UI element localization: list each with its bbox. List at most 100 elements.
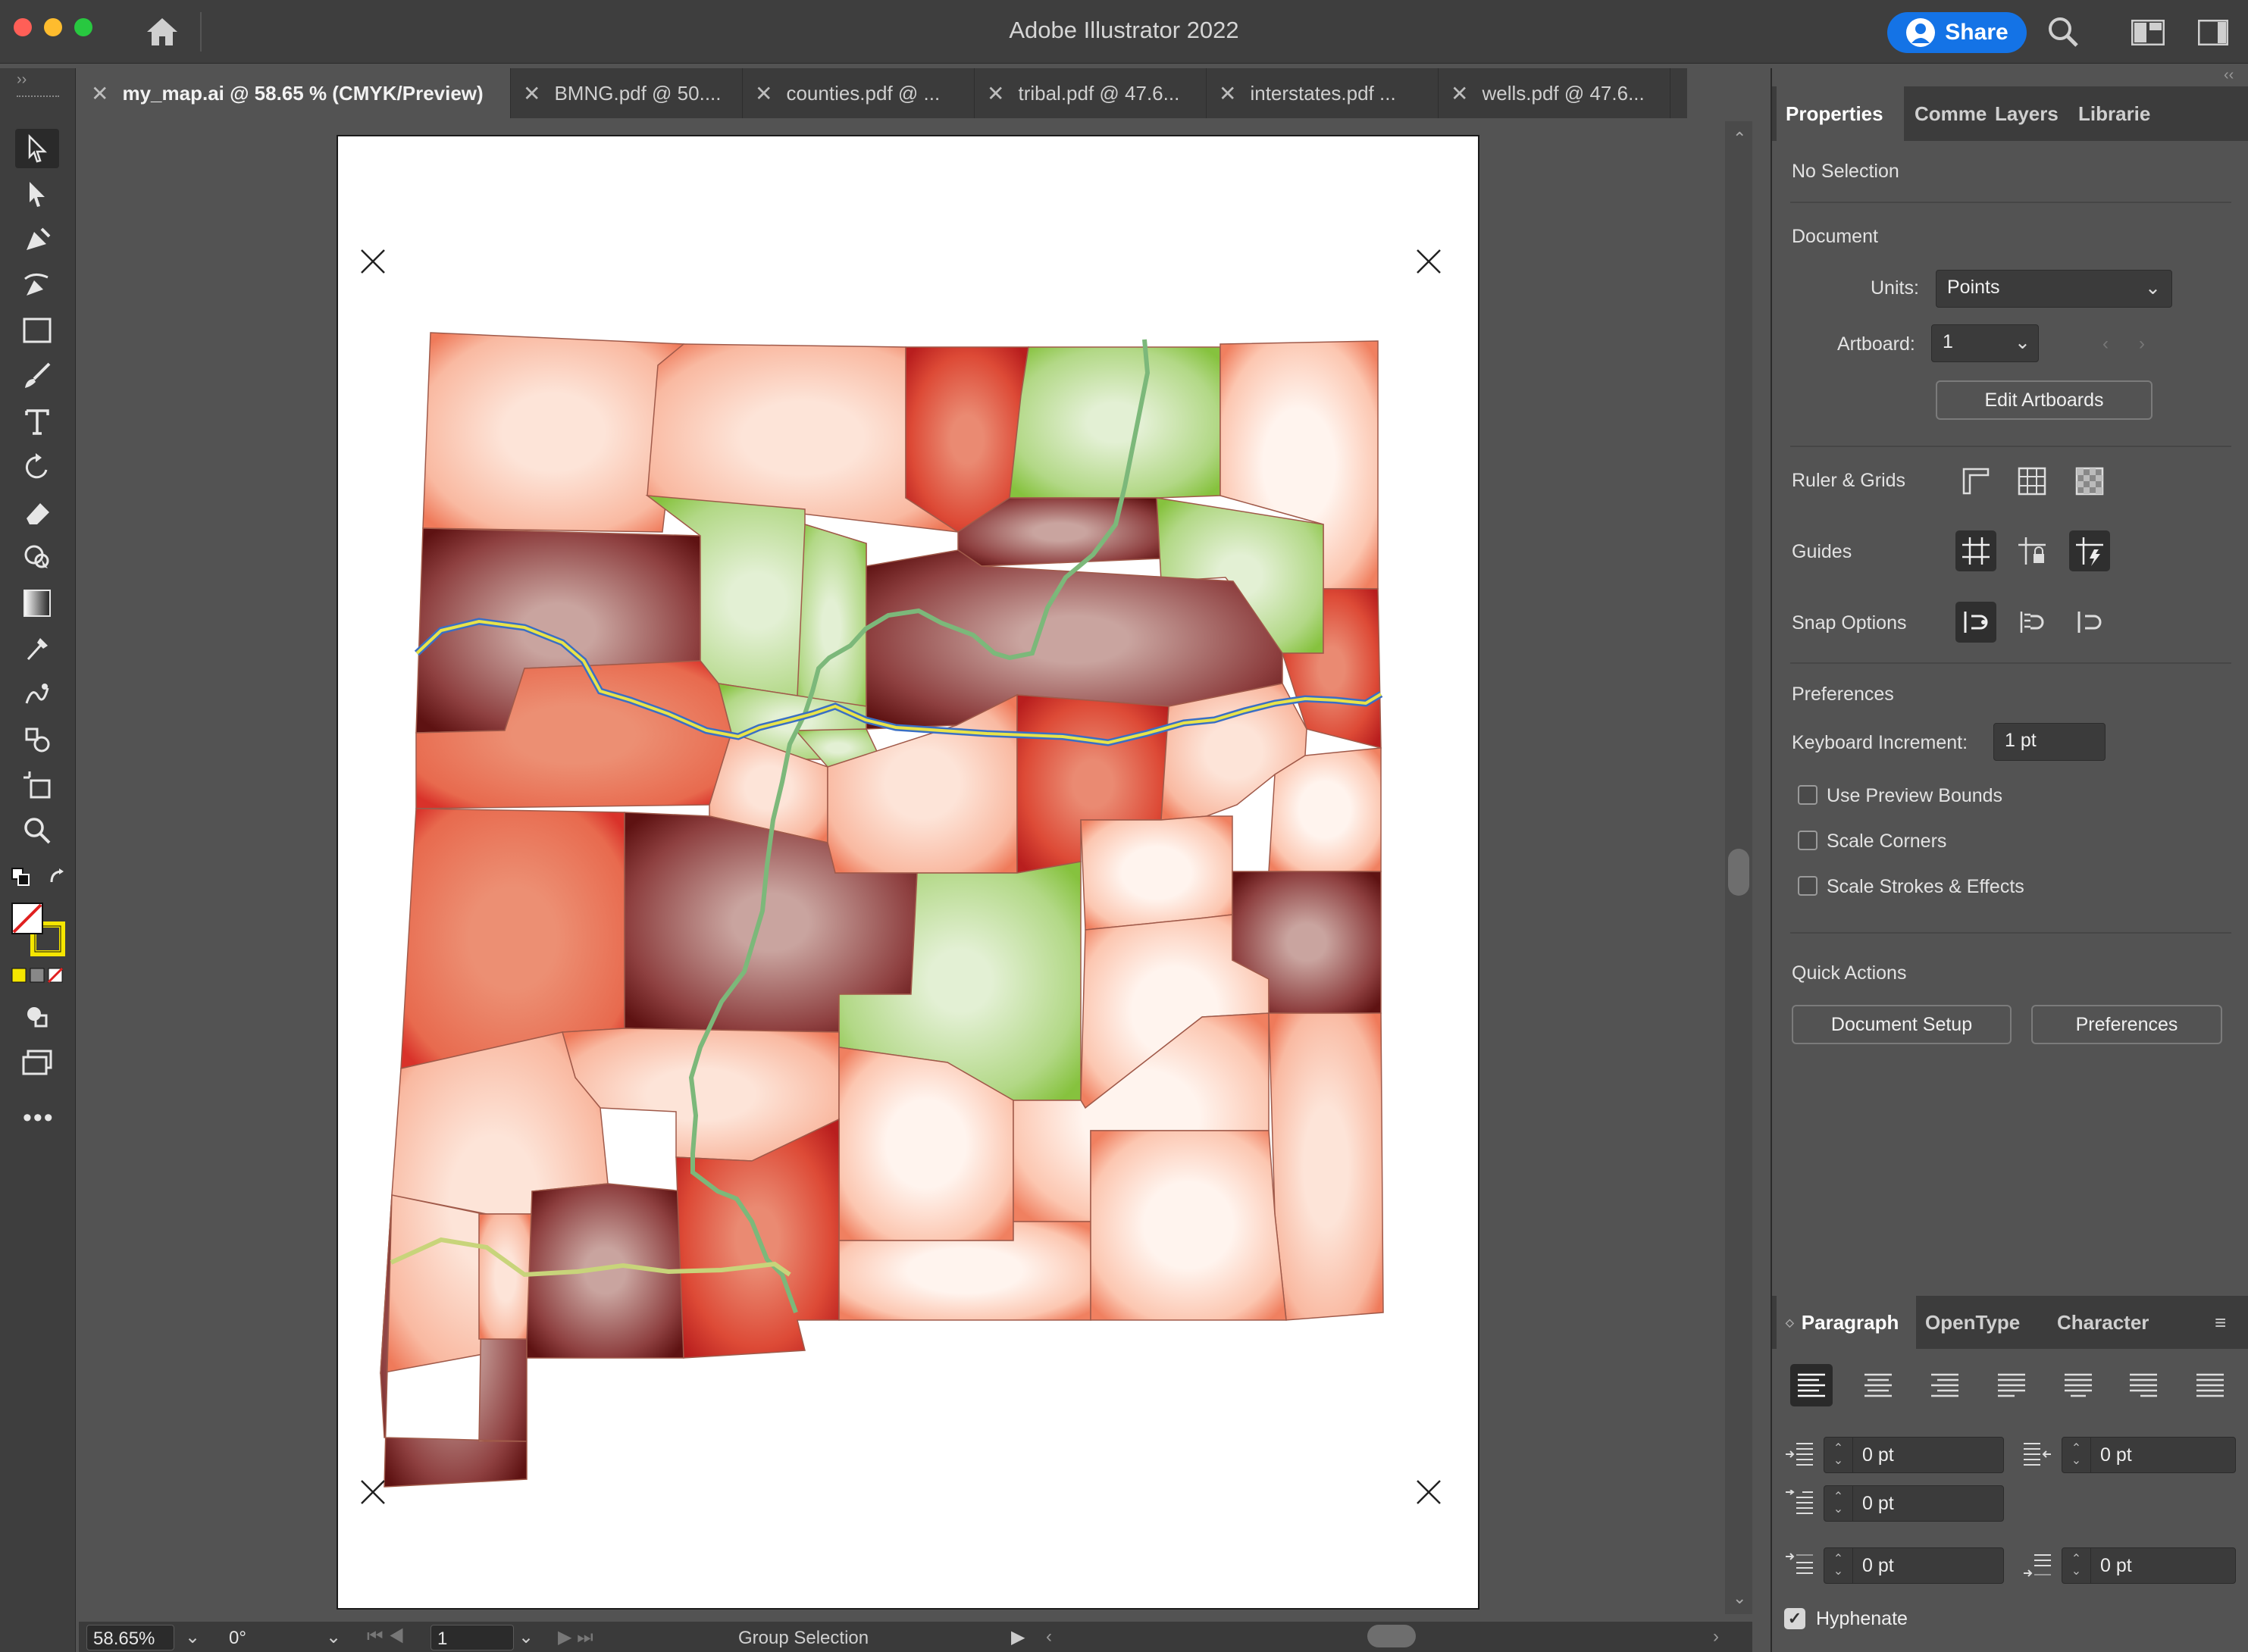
blend-tool-icon[interactable]	[15, 674, 59, 714]
snap-to-point-icon[interactable]	[1955, 602, 1996, 643]
panel-menu-icon[interactable]: ≡	[2215, 1311, 2226, 1334]
close-tab-icon[interactable]: ✕	[987, 81, 1004, 106]
right-indent-input[interactable]: ⌃ ⌄ 0 pt	[2062, 1437, 2236, 1473]
eyedropper-tool-icon[interactable]	[15, 629, 59, 668]
grip-icon[interactable]	[17, 95, 59, 99]
scale-corners-checkbox[interactable]	[1798, 831, 1817, 850]
align-center-icon[interactable]	[1857, 1364, 1899, 1406]
align-left-icon[interactable]	[1790, 1364, 1833, 1406]
artboard-nav-field[interactable]: 1	[431, 1625, 514, 1650]
zoom-dropdown-icon[interactable]: ⌄	[185, 1626, 200, 1648]
close-tab-icon[interactable]: ✕	[523, 81, 540, 106]
county-map[interactable]	[338, 136, 1478, 1608]
tab-character[interactable]: Character	[2048, 1296, 2180, 1349]
smart-guides-icon[interactable]	[2069, 530, 2110, 571]
type-tool-icon[interactable]	[15, 402, 59, 441]
zoom-tool-icon[interactable]	[15, 811, 59, 850]
left-indent-input[interactable]: ⌃ ⌄ 0 pt	[1824, 1437, 2004, 1473]
scroll-right-icon[interactable]: ›	[1713, 1626, 1719, 1647]
stepper-icon[interactable]: ⌃ ⌄	[1824, 1548, 1853, 1583]
close-tab-icon[interactable]: ✕	[1219, 81, 1236, 106]
scroll-thumb[interactable]	[1728, 849, 1749, 896]
justify-all-icon[interactable]	[2189, 1364, 2231, 1406]
symbol-sprayer-tool-icon[interactable]	[15, 720, 59, 759]
close-tab-icon[interactable]: ✕	[91, 81, 108, 106]
scroll-down-icon[interactable]: ⌄	[1733, 1588, 1746, 1608]
lock-guides-icon[interactable]	[2012, 530, 2052, 571]
gradient-tool-icon[interactable]	[15, 584, 59, 623]
scale-strokes-checkbox[interactable]	[1798, 876, 1817, 896]
justify-right-icon[interactable]	[2122, 1364, 2165, 1406]
artboard[interactable]	[337, 135, 1479, 1610]
more-tools-icon[interactable]: •••	[23, 1103, 55, 1133]
prev-artboard-icon[interactable]: ‹	[2102, 333, 2109, 355]
selection-tool-icon[interactable]	[15, 129, 59, 168]
rotation-dropdown-icon[interactable]: ⌄	[326, 1626, 341, 1648]
curvature-tool-icon[interactable]	[15, 265, 59, 305]
scroll-up-icon[interactable]: ⌃	[1733, 129, 1746, 149]
tab-libraries[interactable]: Librarie	[2069, 86, 2168, 141]
show-guides-icon[interactable]	[1955, 530, 1996, 571]
paintbrush-tool-icon[interactable]	[15, 356, 59, 396]
align-right-icon[interactable]	[1924, 1364, 1966, 1406]
rectangle-tool-icon[interactable]	[15, 311, 59, 350]
artboard-dropdown-icon[interactable]: ⌄	[518, 1626, 534, 1648]
document-setup-button[interactable]: Document Setup	[1792, 1005, 2012, 1044]
collapse-icon[interactable]: ››	[17, 71, 27, 89]
draw-mode-icon[interactable]	[15, 997, 59, 1037]
tab-comments[interactable]: Comme	[1905, 86, 1987, 141]
fill-stroke-swatch[interactable]	[11, 902, 65, 960]
close-tab-icon[interactable]: ✕	[1451, 81, 1468, 106]
space-before-input[interactable]: ⌃ ⌄ 0 pt	[1824, 1547, 2004, 1584]
swap-colors-icon[interactable]	[47, 867, 68, 892]
snap-to-glyph-icon[interactable]	[2069, 602, 2110, 643]
stepper-icon[interactable]: ⌃ ⌄	[2062, 1548, 2091, 1583]
transparency-grid-icon[interactable]	[2069, 461, 2110, 502]
first-artboard-icon[interactable]: ⏮ ◀	[367, 1626, 405, 1647]
direct-selection-tool-icon[interactable]	[15, 174, 59, 214]
tab-counties[interactable]: ✕ counties.pdf @ ...	[743, 68, 975, 118]
hscroll-thumb[interactable]	[1367, 1625, 1416, 1647]
scroll-left-icon[interactable]: ‹	[1046, 1626, 1052, 1647]
tab-my-map[interactable]: ✕ my_map.ai @ 58.65 % (CMYK/Preview)	[79, 68, 511, 118]
search-icon[interactable]	[2046, 15, 2080, 52]
shape-builder-tool-icon[interactable]	[15, 538, 59, 577]
edit-artboards-button[interactable]: Edit Artboards	[1936, 380, 2153, 420]
justify-left-icon[interactable]	[1990, 1364, 2033, 1406]
justify-center-icon[interactable]	[2057, 1364, 2099, 1406]
screen-mode-icon[interactable]	[15, 1043, 59, 1082]
default-colors-icon[interactable]	[11, 867, 32, 892]
tab-properties[interactable]: Properties	[1777, 86, 1904, 141]
tab-wells[interactable]: ✕ wells.pdf @ 47.6...	[1439, 68, 1670, 118]
preferences-button[interactable]: Preferences	[2031, 1005, 2222, 1044]
ruler-icon[interactable]	[1955, 461, 1996, 502]
panel-layout-icon[interactable]	[2197, 19, 2229, 49]
zoom-field[interactable]: 58.65%	[86, 1625, 174, 1650]
next-artboard-icon[interactable]: ▶ ⏭	[558, 1626, 593, 1648]
grid-icon[interactable]	[2012, 461, 2052, 502]
pen-tool-icon[interactable]	[15, 220, 59, 259]
tab-tribal[interactable]: ✕ tribal.pdf @ 47.6...	[975, 68, 1207, 118]
vertical-scrollbar[interactable]: ⌃ ⌄	[1725, 121, 1752, 1614]
color-mode-icons[interactable]	[11, 967, 65, 987]
tab-interstates[interactable]: ✕ interstates.pdf ...	[1207, 68, 1439, 118]
status-menu-icon[interactable]: ▶	[1011, 1626, 1025, 1648]
stepper-icon[interactable]: ⌃ ⌄	[1824, 1486, 1853, 1521]
tab-paragraph[interactable]: ◇ Paragraph	[1777, 1296, 1916, 1349]
next-artboard-icon[interactable]: ›	[2139, 333, 2145, 355]
share-button[interactable]: Share	[1887, 12, 2027, 53]
rotate-tool-icon[interactable]	[15, 447, 59, 487]
workspace-icon[interactable]	[2131, 19, 2165, 49]
use-preview-bounds-checkbox[interactable]	[1798, 785, 1817, 805]
artboard-select[interactable]: 1 ⌄	[1931, 324, 2039, 362]
close-tab-icon[interactable]: ✕	[755, 81, 772, 106]
tab-bmng[interactable]: ✕ BMNG.pdf @ 50....	[511, 68, 743, 118]
first-line-indent-input[interactable]: ⌃ ⌄ 0 pt	[1824, 1485, 2004, 1522]
stepper-icon[interactable]: ⌃ ⌄	[2062, 1438, 2091, 1472]
tab-opentype[interactable]: OpenType	[1916, 1296, 2048, 1349]
stepper-icon[interactable]: ⌃ ⌄	[1824, 1438, 1853, 1472]
artboard-tool-icon[interactable]	[15, 765, 59, 805]
tab-layers[interactable]: Layers	[1986, 86, 2069, 141]
hyphenate-checkbox[interactable]: ✓	[1784, 1608, 1805, 1629]
collapse-panel-icon[interactable]: ‹‹	[2224, 67, 2234, 84]
